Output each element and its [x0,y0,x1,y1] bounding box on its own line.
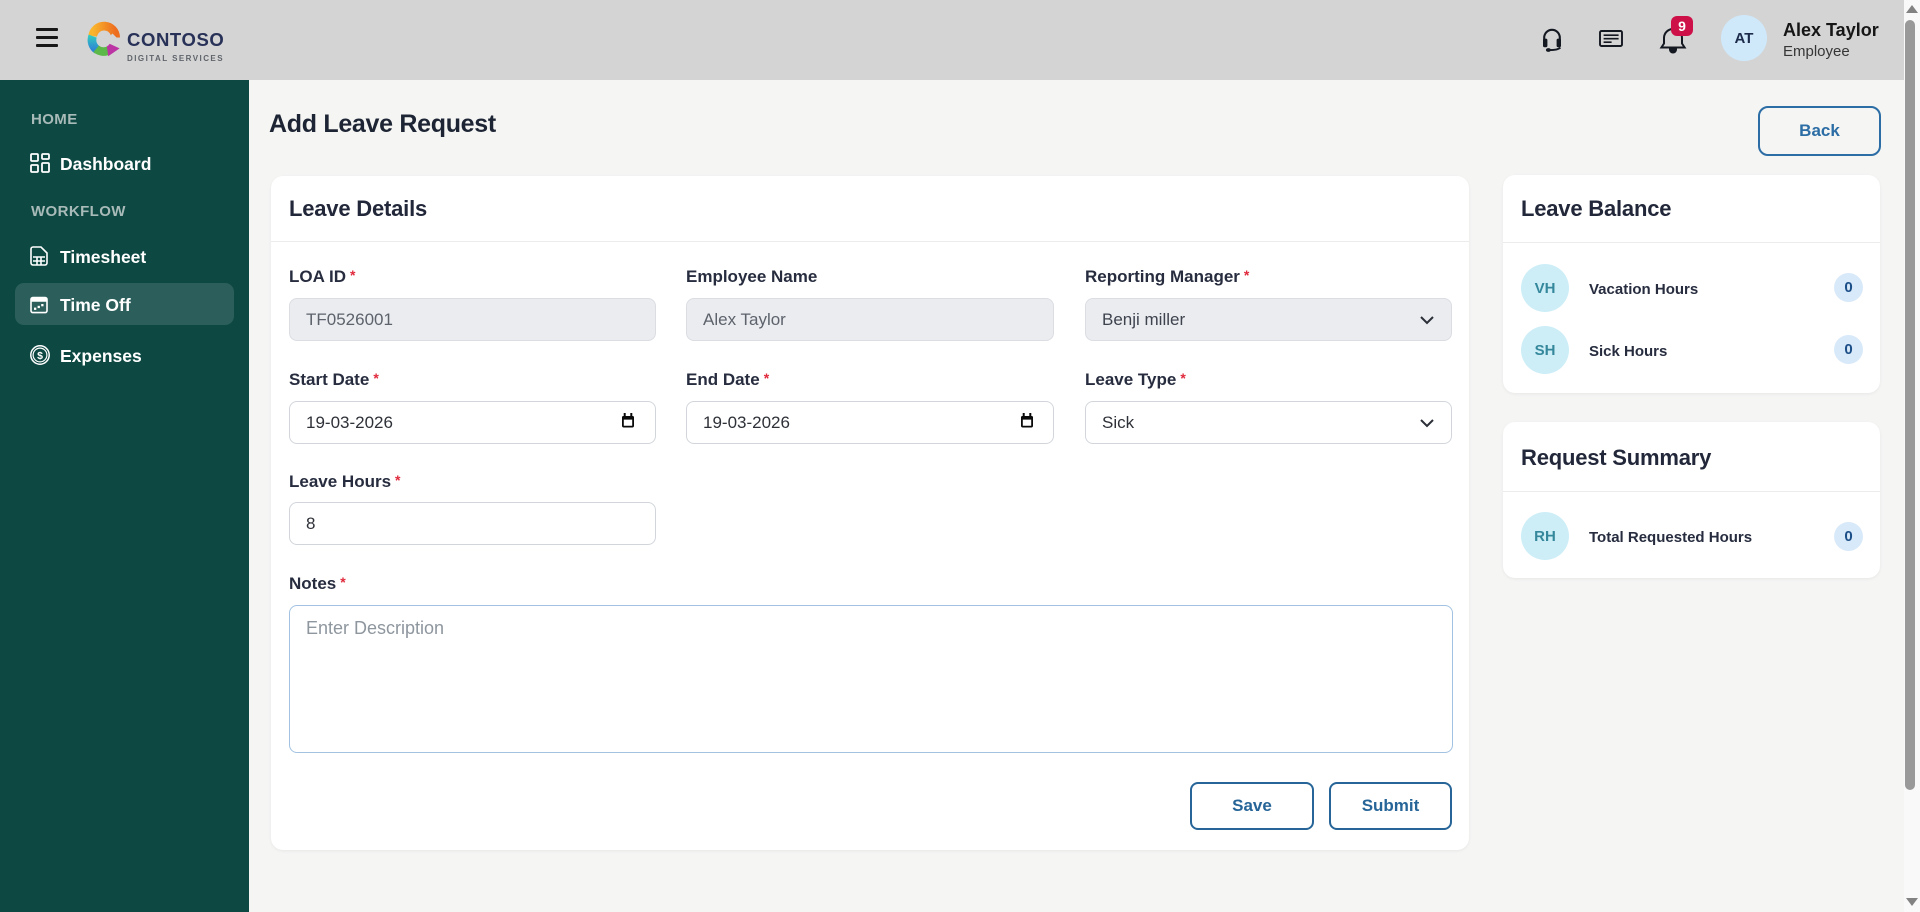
svg-text:$: $ [37,350,43,362]
